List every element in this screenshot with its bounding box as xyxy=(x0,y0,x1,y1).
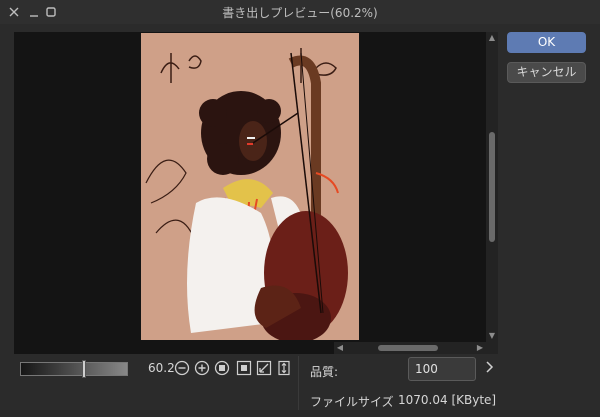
chevron-right-icon[interactable] xyxy=(482,360,496,378)
file-size-value: 1070.04 [KByte] xyxy=(398,393,497,407)
horizontal-scroll-thumb[interactable] xyxy=(378,345,438,351)
vertical-scrollbar[interactable]: ▲ ▼ xyxy=(486,32,498,342)
artwork-preview-image xyxy=(141,33,359,340)
quality-label: 品質: xyxy=(310,365,339,379)
divider xyxy=(298,356,299,410)
actual-size-icon[interactable] xyxy=(214,360,230,376)
scroll-up-icon[interactable]: ▲ xyxy=(486,33,498,43)
vertical-scroll-thumb[interactable] xyxy=(489,132,495,242)
ok-button[interactable]: OK xyxy=(507,32,586,53)
fit-width-icon[interactable] xyxy=(256,360,272,376)
horizontal-scrollbar[interactable]: ◀ ▶ xyxy=(334,342,498,354)
zoom-out-icon[interactable] xyxy=(174,360,190,376)
file-size-label: ファイルサイズ xyxy=(310,395,394,409)
scroll-right-icon[interactable]: ▶ xyxy=(474,342,486,354)
fit-window-icon[interactable] xyxy=(236,360,252,376)
cancel-button[interactable]: キャンセル xyxy=(507,62,586,83)
zoom-value: 60.2 xyxy=(148,361,175,375)
scroll-left-icon[interactable]: ◀ xyxy=(334,342,346,354)
title-bar: 書き出しプレビュー(60.2%) xyxy=(0,0,600,24)
fit-height-icon[interactable] xyxy=(276,360,292,376)
zoom-in-icon[interactable] xyxy=(194,360,210,376)
zoom-slider[interactable] xyxy=(20,360,128,378)
quality-input[interactable] xyxy=(408,357,476,381)
scroll-down-icon[interactable]: ▼ xyxy=(486,331,498,341)
zoom-slider-handle[interactable] xyxy=(82,360,86,378)
window-title: 書き出しプレビュー(60.2%) xyxy=(222,6,378,20)
preview-area[interactable]: ▲ ▼ ◀ ▶ xyxy=(14,32,498,354)
